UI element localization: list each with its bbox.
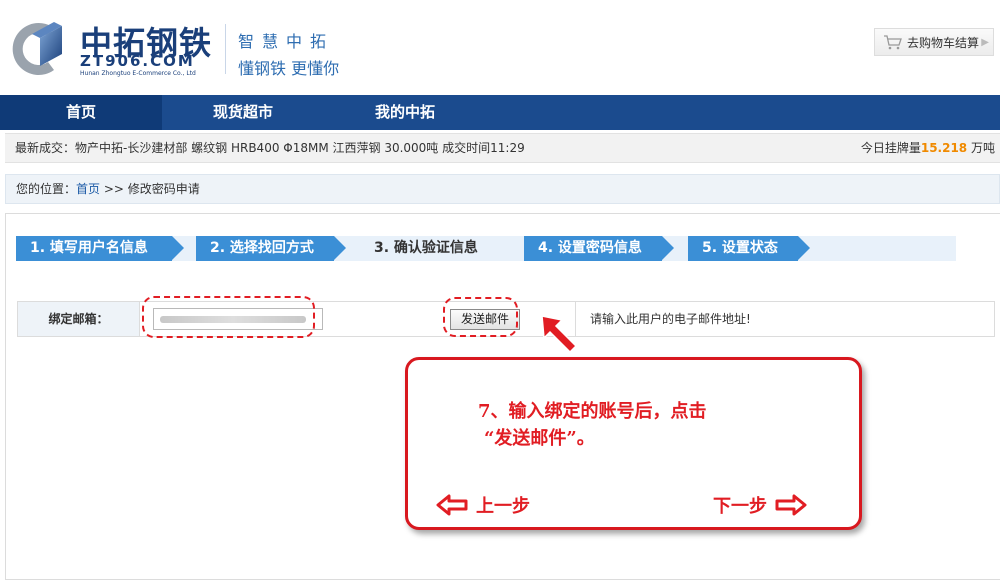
instruction-text: 7、输入绑定的账号后，点击 “发送邮件”。 [478,398,848,452]
chevron-right-icon: ▶ [981,37,989,48]
logo-icon[interactable] [10,20,70,78]
cart-checkout-button[interactable]: 去购物车结算 ▶ [874,28,994,56]
email-hint-text: 请输入此用户的电子邮件地址! [590,312,751,326]
deal-ticker: 最新成交：物产中拓-长沙建材部 螺纹钢 HRB400 Φ18MM 江西萍钢 30… [5,133,1000,163]
progress-steps: 1. 填写用户名信息 2. 选择找回方式 3. 确认验证信息 4. 设置密码信息… [16,236,956,261]
slogan-line-1: 智慧中拓 [238,32,335,51]
site-header: 中拓钢铁 ZT906.COM Hunan Zhongtuo E-Commerce… [0,0,1000,95]
step-2-label: 2. 选择找回方式 [210,240,314,256]
nav-item-home[interactable]: 首页 [0,95,162,130]
step-3: 3. 确认验证信息 [360,236,510,261]
breadcrumb-separator: >> [100,182,128,196]
step-4: 4. 设置密码信息 [524,236,674,261]
nav-item-my-zhongtuo[interactable]: 我的中拓 [324,95,486,130]
breadcrumb-home-link[interactable]: 首页 [76,182,100,196]
cart-checkout-label: 去购物车结算 [907,35,980,50]
step-arrow-icon [334,236,346,260]
latest-deal-text[interactable]: 最新成交：物产中拓-长沙建材部 螺纹钢 HRB400 Φ18MM 江西萍钢 30… [15,134,525,162]
nav-item-spot-market[interactable]: 现货超市 [162,95,324,130]
step-2: 2. 选择找回方式 [196,236,346,261]
today-listing-summary: 今日挂牌量15.218 万吨 [861,134,995,162]
main-nav: 首页 现货超市 我的中拓 [0,95,1000,130]
email-field-label: 绑定邮箱： [18,302,140,336]
step-5: 5. 设置状态 [688,236,810,261]
step-4-label: 4. 设置密码信息 [538,240,642,256]
today-listing-label: 今日挂牌量 [860,141,921,155]
breadcrumb-current: 修改密码申请 [127,182,200,196]
pointer-arrow-icon [541,315,578,354]
slogan-divider [225,24,226,74]
step-1: 1. 填写用户名信息 [16,236,184,261]
today-listing-unit: 万吨 [970,141,995,155]
instruction-line-2: “发送邮件”。 [484,428,595,449]
step-3-label: 3. 确认验证信息 [374,240,478,256]
breadcrumb: 您的位置：首页 >> 修改密码申请 [5,174,1000,204]
previous-step-label: 上一步 [476,496,530,517]
next-step-label: 下一步 [713,496,767,517]
instruction-line-1: 7、输入绑定的账号后，点击 [478,401,707,422]
today-listing-value: 15.218 [920,141,968,155]
breadcrumb-prefix: 您的位置： [16,182,77,196]
send-button-highlight [443,297,518,337]
email-field-highlight [142,296,315,338]
step-arrow-icon [172,236,184,260]
instruction-callout: 7、输入绑定的账号后，点击 “发送邮件”。 上一步 下一步 [405,357,862,530]
previous-step-button[interactable]: 上一步 [436,492,530,518]
step-arrow-icon [798,236,810,260]
step-1-label: 1. 填写用户名信息 [30,240,148,256]
slogan-line-2: 懂钢铁 更懂你 [238,59,340,78]
logo-company-name: Hunan Zhongtuo E-Commerce Co., Ltd [80,70,196,77]
step-arrow-icon [662,236,674,260]
next-step-button[interactable]: 下一步 [713,492,807,518]
cart-icon [884,35,902,50]
logo-text-en[interactable]: ZT906.COM [80,52,195,70]
arrow-left-icon [436,494,468,516]
step-5-label: 5. 设置状态 [702,240,778,256]
arrow-right-icon [775,494,807,516]
